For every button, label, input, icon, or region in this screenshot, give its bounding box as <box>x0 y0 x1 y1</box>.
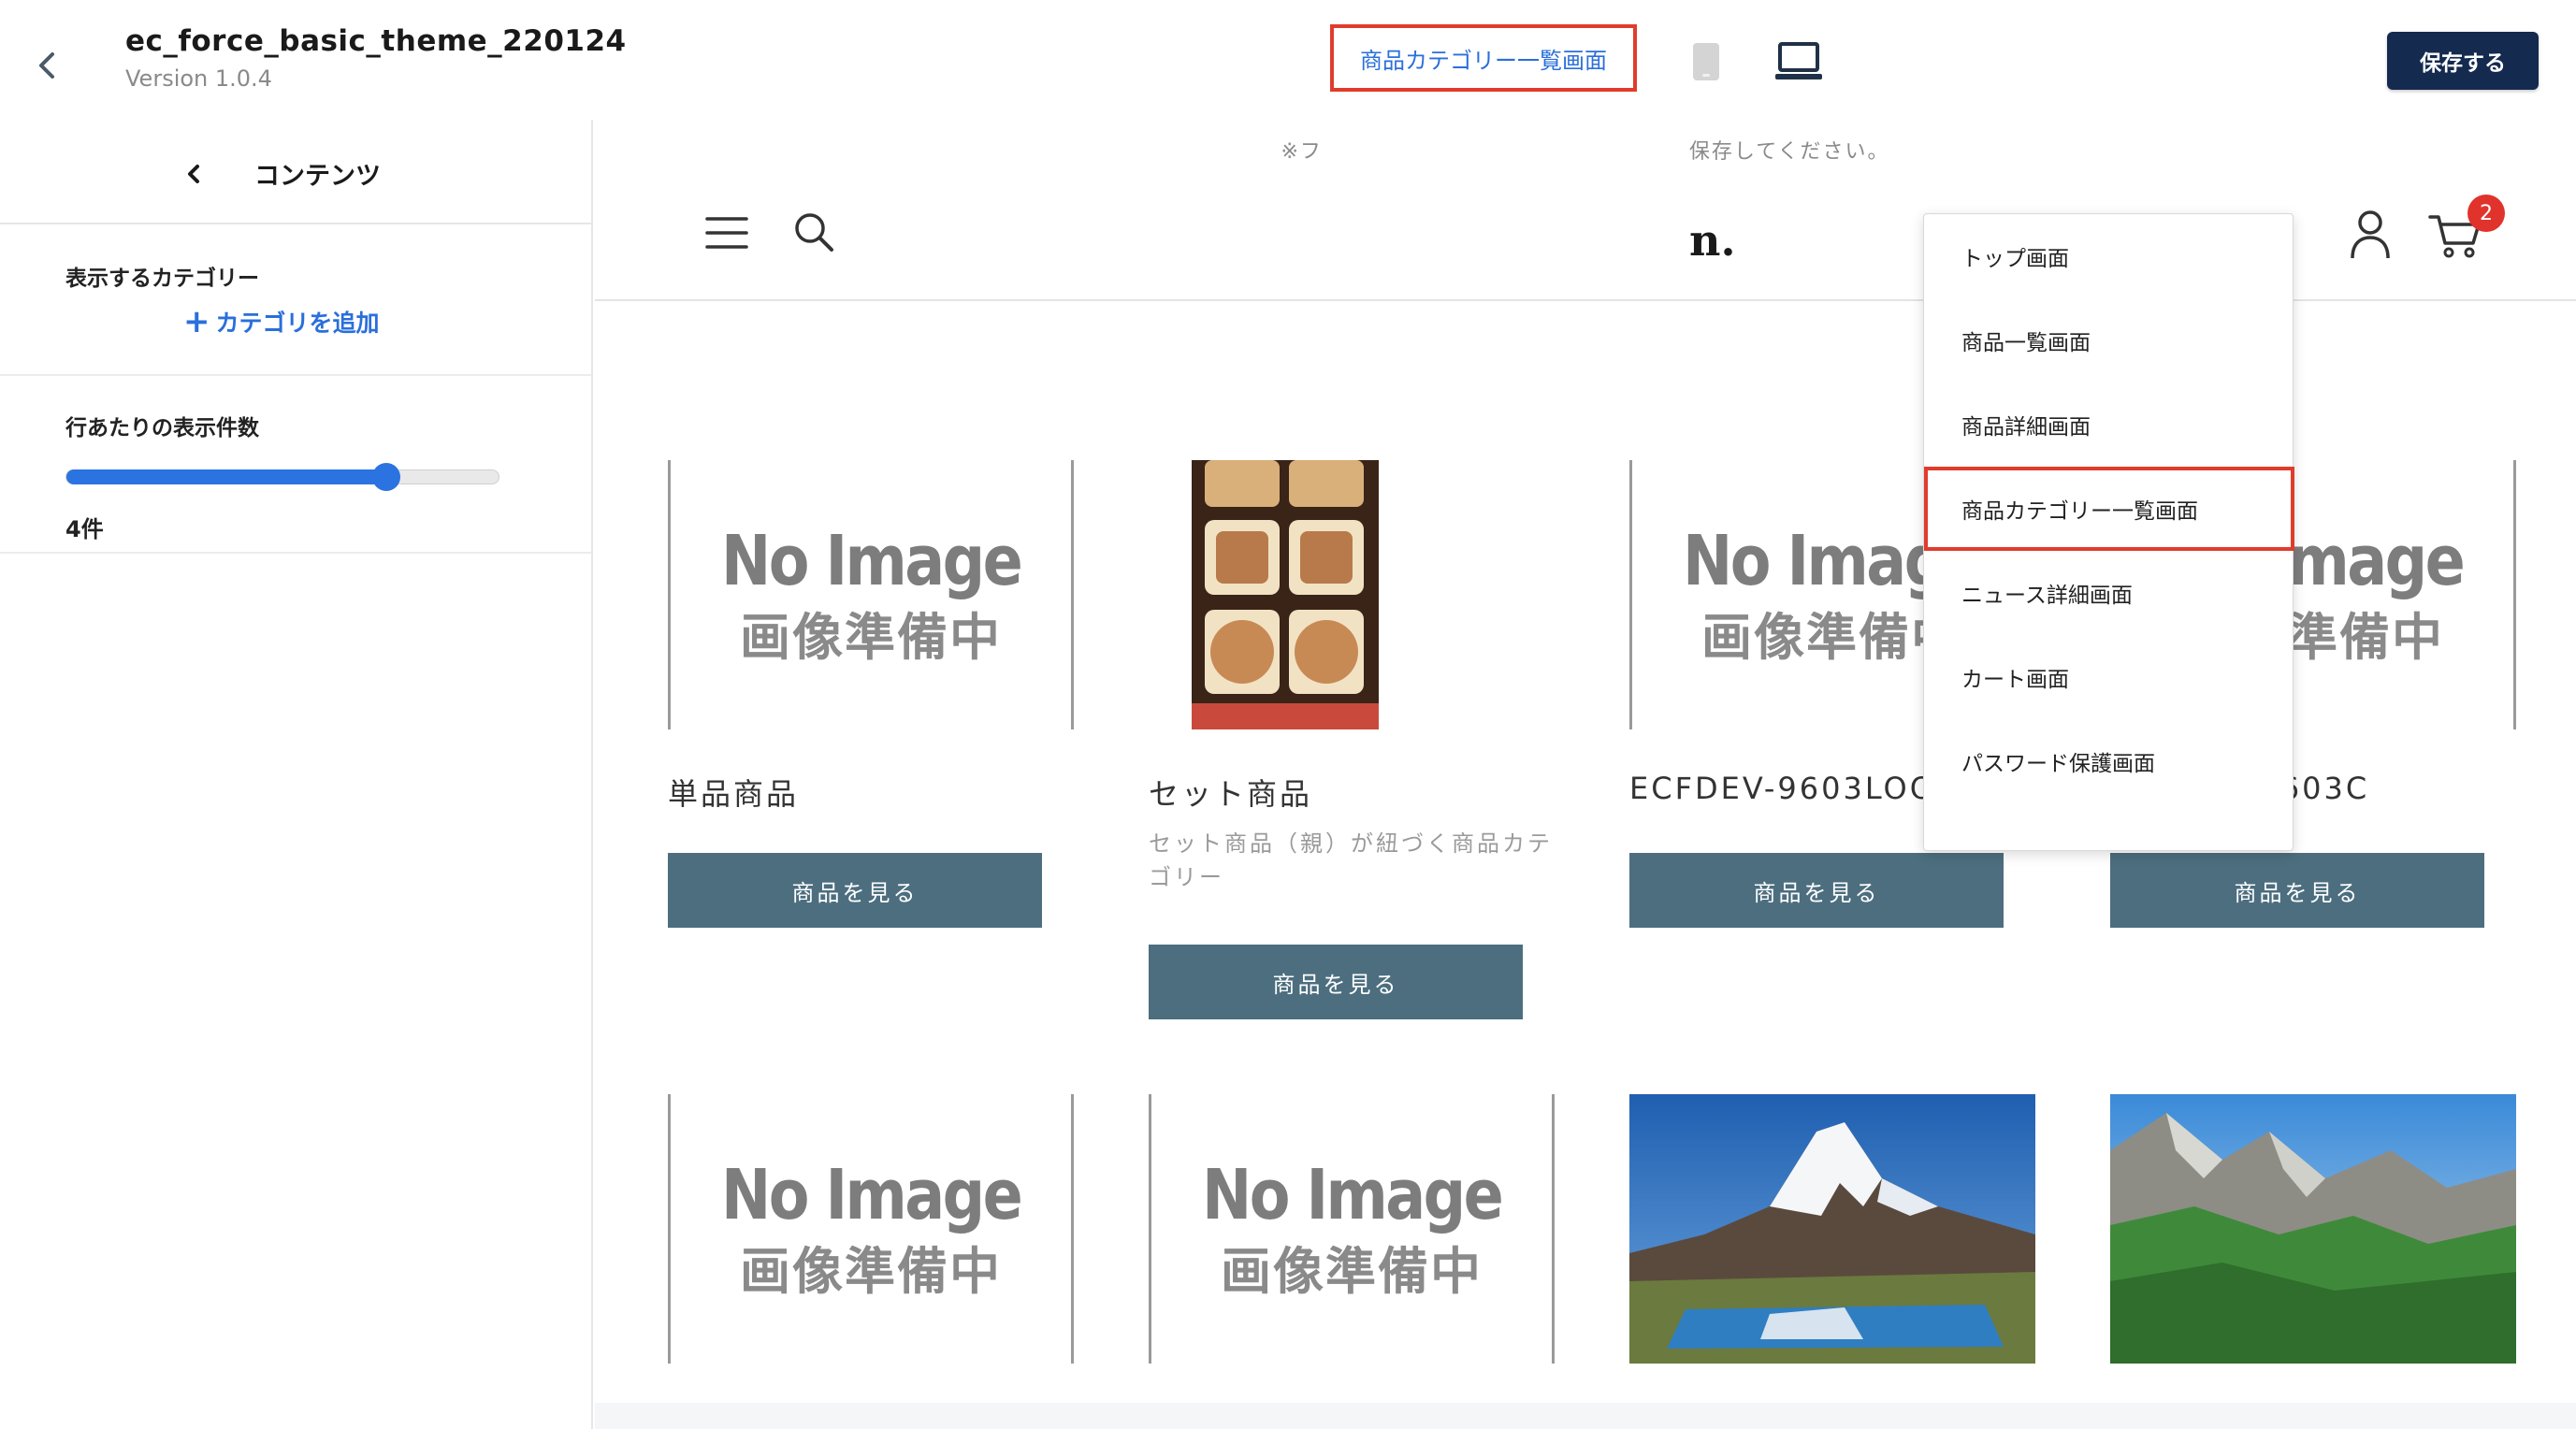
top-bar: ec_force_basic_theme_220124 Version 1.0.… <box>0 0 2576 120</box>
dropdown-item-cart[interactable]: カート画面 <box>1924 635 2294 719</box>
page-dropdown-menu: トップ画面 商品一覧画面 商品詳細画面 商品カテゴリー一覧画面 ニュース詳細画面… <box>1923 213 2294 851</box>
matterhorn-photo <box>1629 1094 2035 1364</box>
preview-notice: ※フ 保存してください。 <box>595 135 2576 165</box>
product-description: セット商品（親）が紐づく商品カテゴリー <box>1149 830 1553 890</box>
desktop-view-button[interactable] <box>1773 41 1824 82</box>
page-select-dropdown[interactable]: 商品カテゴリー一覧画面 <box>1330 24 1637 92</box>
back-button[interactable] <box>26 41 67 90</box>
add-category-button[interactable]: + カテゴリを追加 <box>183 305 380 339</box>
mobile-view-button[interactable] <box>1691 41 1721 82</box>
add-category-label: カテゴリを追加 <box>215 310 380 337</box>
page-select-label: 商品カテゴリー一覧画面 <box>1360 47 1607 74</box>
user-icon[interactable] <box>2348 208 2393 260</box>
smartphone-icon <box>1693 43 1719 80</box>
chevron-left-icon <box>188 165 199 183</box>
view-product-button[interactable]: 商品を見る <box>1149 945 1523 1019</box>
product-image[interactable]: No Image 画像準備中 <box>668 460 1074 729</box>
per-row-label: 行あたりの表示件数 <box>65 416 259 440</box>
product-name[interactable]: セット商品 <box>1149 771 1312 814</box>
settings-panel: コンテンツ 表示するカテゴリー + カテゴリを追加 行あたりの表示件数 4件 <box>0 120 593 1429</box>
notice-right: 保存してください。 <box>1688 140 1890 164</box>
plus-icon: + <box>183 303 210 340</box>
notice-left: ※フ <box>1281 140 1323 164</box>
slider-fill <box>66 469 386 484</box>
product-image[interactable]: No Image 画像準備中 <box>1149 1094 1555 1364</box>
dropdown-item-password[interactable]: パスワード保護画面 <box>1924 719 2294 803</box>
product-image[interactable] <box>1149 460 1555 729</box>
dropdown-item-category-list[interactable]: 商品カテゴリー一覧画面 <box>1924 467 2294 551</box>
sweets-box-image <box>1149 460 1555 729</box>
panel-header: コンテンツ <box>0 120 591 224</box>
no-image-text: No Image <box>1201 1154 1504 1235</box>
no-image-placeholder: No Image 画像準備中 <box>668 460 1074 729</box>
per-row-value: 4件 <box>65 516 104 542</box>
view-product-button[interactable]: 商品を見る <box>1629 853 2004 928</box>
hamburger-menu-icon[interactable] <box>705 211 748 254</box>
no-image-placeholder: No Image 画像準備中 <box>668 1094 1074 1364</box>
no-image-text: No Image <box>720 1154 1023 1235</box>
no-image-placeholder: No Image 画像準備中 <box>1149 1094 1555 1364</box>
theme-name: ec_force_basic_theme_220124 <box>125 24 627 58</box>
dropdown-item-top[interactable]: トップ画面 <box>1924 214 2294 298</box>
search-icon[interactable] <box>791 209 836 254</box>
chevron-left-icon <box>39 52 54 79</box>
mountain-photo <box>2110 1094 2516 1364</box>
product-image[interactable] <box>1629 1094 2035 1364</box>
category-section-label: 表示するカテゴリー <box>65 267 259 291</box>
view-product-button[interactable]: 商品を見る <box>668 853 1042 928</box>
dropdown-item-news-detail[interactable]: ニュース詳細画面 <box>1924 551 2294 635</box>
save-button[interactable]: 保存する <box>2387 32 2539 90</box>
cart-count-badge: 2 <box>2467 195 2505 232</box>
dropdown-item-product-list[interactable]: 商品一覧画面 <box>1924 298 2294 383</box>
slider-thumb[interactable] <box>371 463 400 491</box>
no-image-subtext: 画像準備中 <box>740 607 1002 667</box>
panel-title: コンテンツ <box>254 162 381 191</box>
product-name[interactable]: 単品商品 <box>668 771 799 814</box>
dropdown-item-product-detail[interactable]: 商品詳細画面 <box>1924 383 2294 467</box>
theme-version: Version 1.0.4 <box>125 65 272 92</box>
no-image-text: No Image <box>720 520 1023 601</box>
product-image[interactable]: No Image 画像準備中 <box>668 1094 1074 1364</box>
store-preview: ※フ 保存してください。 n. 2 No Image 画像準備中 単品商品 商品を… <box>595 120 2576 1403</box>
preview-bottom-bar <box>595 1403 2576 1429</box>
category-section: 表示するカテゴリー + カテゴリを追加 <box>0 224 591 376</box>
per-row-section: 行あたりの表示件数 4件 <box>0 376 591 554</box>
no-image-subtext: 画像準備中 <box>1221 1241 1483 1301</box>
store-logo[interactable]: n. <box>1689 215 1735 266</box>
laptop-icon <box>1775 42 1822 79</box>
view-product-button[interactable]: 商品を見る <box>2110 853 2484 928</box>
product-image[interactable] <box>2110 1094 2516 1364</box>
no-image-subtext: 画像準備中 <box>740 1241 1002 1301</box>
per-row-slider[interactable] <box>65 463 499 491</box>
panel-back-button[interactable] <box>178 155 210 193</box>
